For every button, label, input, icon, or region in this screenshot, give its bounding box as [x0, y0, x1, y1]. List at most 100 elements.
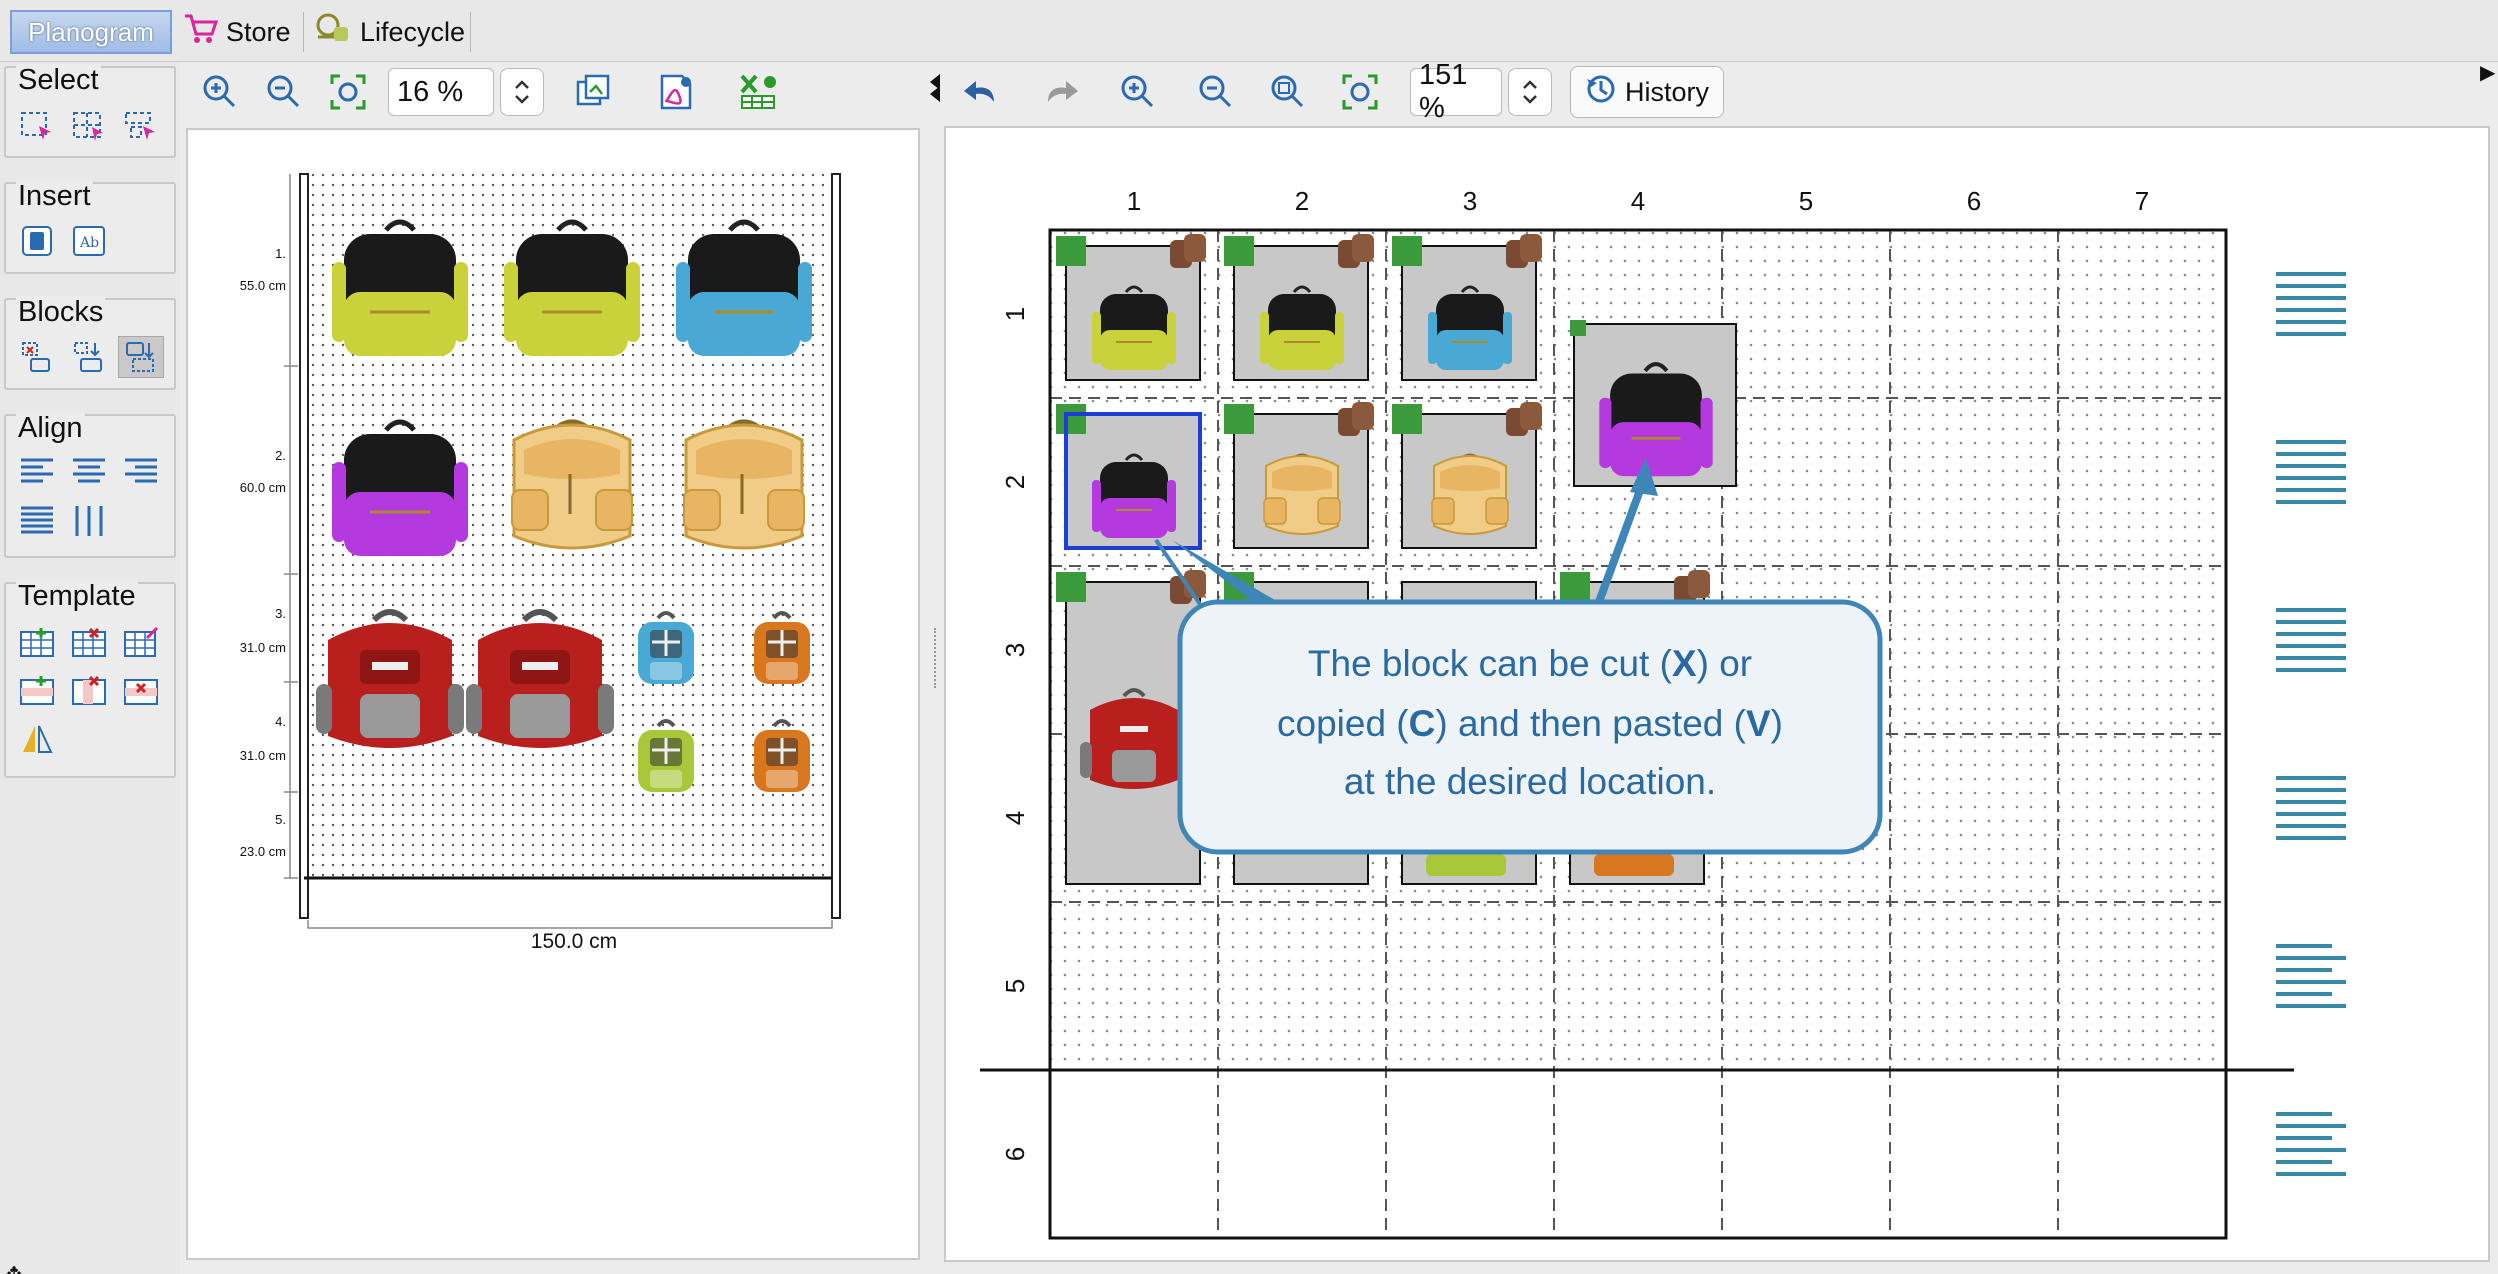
right-zoom-stepper[interactable]: [1508, 68, 1552, 116]
align-center-icon[interactable]: [66, 452, 112, 494]
zoom-out-icon[interactable]: [252, 64, 316, 120]
tab-planogram-label: Planogram: [28, 16, 154, 47]
row-header: 1: [1000, 307, 1030, 321]
shelf-number: 5.: [275, 812, 286, 827]
shelf-number: 4.: [275, 714, 286, 729]
insert-group: Insert Ab: [4, 180, 176, 274]
mirror-icon[interactable]: [14, 718, 60, 760]
column-header: 3: [1463, 186, 1477, 216]
callout-line-2: copied (C) and then pasted (V): [1277, 703, 1783, 744]
shelf-height: 60.0 cm: [240, 480, 286, 495]
lifecycle-icon: [314, 11, 352, 54]
fit-icon[interactable]: [1328, 64, 1392, 120]
backpack-yellow: [504, 222, 640, 356]
shelf-height: 23.0 cm: [240, 844, 286, 859]
template-add-icon[interactable]: [14, 622, 60, 664]
planogram-app: Planogram Store Lifecycle Select Insert …: [0, 0, 2498, 1274]
callout-line-3: at the desired location.: [1344, 761, 1716, 802]
block-r2-c3[interactable]: [1392, 402, 1542, 549]
insert-product-icon[interactable]: [14, 220, 60, 262]
shelf-number: 3.: [275, 606, 286, 621]
small-backpack-orange: [752, 611, 812, 686]
block-r1-c3[interactable]: [1392, 234, 1542, 381]
left-zoom-stepper[interactable]: [500, 68, 544, 116]
history-icon: [1585, 73, 1617, 112]
export-pdf-icon[interactable]: [644, 64, 708, 120]
left-toolbar: 16 %: [188, 62, 928, 122]
group-title: Insert: [16, 180, 93, 213]
align-justify-icon[interactable]: [14, 500, 60, 542]
backpack-purple: [332, 422, 468, 556]
height-ticks: [284, 365, 298, 879]
copy-view-icon[interactable]: [562, 64, 626, 120]
zoom-in-icon[interactable]: [188, 64, 252, 120]
tab-separator: [470, 12, 471, 52]
column-header: 2: [1295, 186, 1309, 216]
tab-store[interactable]: Store: [182, 10, 291, 54]
collapse-right-icon[interactable]: ▶: [2480, 60, 2495, 85]
group-title: Blocks: [16, 296, 106, 329]
pane-splitter[interactable]: [926, 74, 946, 1260]
row-header: 4: [1000, 811, 1030, 825]
align-group: Align: [4, 412, 176, 558]
select-rect-icon[interactable]: [14, 106, 60, 148]
undo-icon[interactable]: [950, 64, 1014, 120]
callout-line-1: The block can be cut (X) or: [1308, 643, 1752, 684]
tab-lifecycle[interactable]: Lifecycle: [314, 10, 465, 54]
select-group: Select: [4, 64, 176, 158]
template-edit-icon[interactable]: [118, 622, 164, 664]
shelf-height: 55.0 cm: [240, 278, 286, 293]
zoom-reset-icon[interactable]: [1256, 64, 1320, 120]
block-remove-icon[interactable]: [14, 336, 60, 378]
template-delete-row-icon[interactable]: [66, 670, 112, 712]
small-backpack-blue: [636, 611, 696, 686]
zoom-in-icon[interactable]: [1106, 64, 1170, 120]
select-items-icon[interactable]: [118, 106, 164, 148]
template-delete-col-icon[interactable]: [118, 670, 164, 712]
align-left-icon[interactable]: [14, 452, 60, 494]
redo-icon[interactable]: [1028, 64, 1092, 120]
row-header: 3: [1000, 643, 1030, 657]
tool-sidebar: Select Insert Ab Blocks Align Template: [0, 62, 180, 1274]
small-backpack-green: [636, 719, 696, 794]
block-move-icon[interactable]: [66, 336, 112, 378]
zoom-out-icon[interactable]: [1184, 64, 1248, 120]
block-r1-c2[interactable]: [1224, 234, 1374, 381]
block-r1-c1[interactable]: [1056, 234, 1206, 381]
align-right-icon[interactable]: [118, 452, 164, 494]
shelf-height: 31.0 cm: [240, 748, 286, 763]
blocks-group: Blocks: [4, 296, 176, 390]
block-r2-c2[interactable]: [1224, 402, 1374, 549]
shelf-number: 2.: [275, 448, 286, 463]
backpack-tan: [684, 422, 804, 548]
wall-upright-right: [831, 173, 841, 919]
insert-text-icon[interactable]: Ab: [66, 220, 112, 262]
right-zoom-input[interactable]: 151 %: [1410, 59, 1502, 124]
tab-lifecycle-label: Lifecycle: [360, 16, 466, 47]
column-header: 1: [1127, 186, 1141, 216]
column-header: 4: [1631, 186, 1645, 216]
block-r2-c1-selected[interactable]: [1056, 404, 1202, 550]
left-zoom-input[interactable]: 16 %: [388, 68, 494, 116]
width-dimension-line: [307, 920, 833, 929]
template-editor-pane: 1 2 3 4 5 6 7 1 2 3 4 5 6 The block can …: [944, 126, 2490, 1262]
shelf-number: 1.: [275, 246, 286, 261]
pasted-block[interactable]: [1570, 320, 1737, 487]
align-columns-icon[interactable]: [66, 500, 112, 542]
column-header: 6: [1967, 186, 1981, 216]
column-header: 5: [1799, 186, 1813, 216]
template-add-row-icon[interactable]: [14, 670, 60, 712]
block-swap-icon[interactable]: [118, 336, 164, 378]
template-delete-icon[interactable]: [66, 622, 112, 664]
export-excel-icon[interactable]: [726, 64, 790, 120]
select-grid-icon[interactable]: [66, 106, 112, 148]
tab-planogram[interactable]: Planogram: [10, 10, 172, 54]
collapse-left-icon[interactable]: [926, 68, 946, 108]
backpack-yellow: [332, 222, 468, 356]
resize-arrows-icon[interactable]: ✥: [4, 1262, 24, 1274]
right-toolbar: 151 % History: [950, 59, 2050, 124]
row-header: 2: [1000, 475, 1030, 489]
fit-icon[interactable]: [316, 64, 380, 120]
history-button[interactable]: History: [1570, 66, 1725, 118]
history-label: History: [1625, 76, 1710, 107]
